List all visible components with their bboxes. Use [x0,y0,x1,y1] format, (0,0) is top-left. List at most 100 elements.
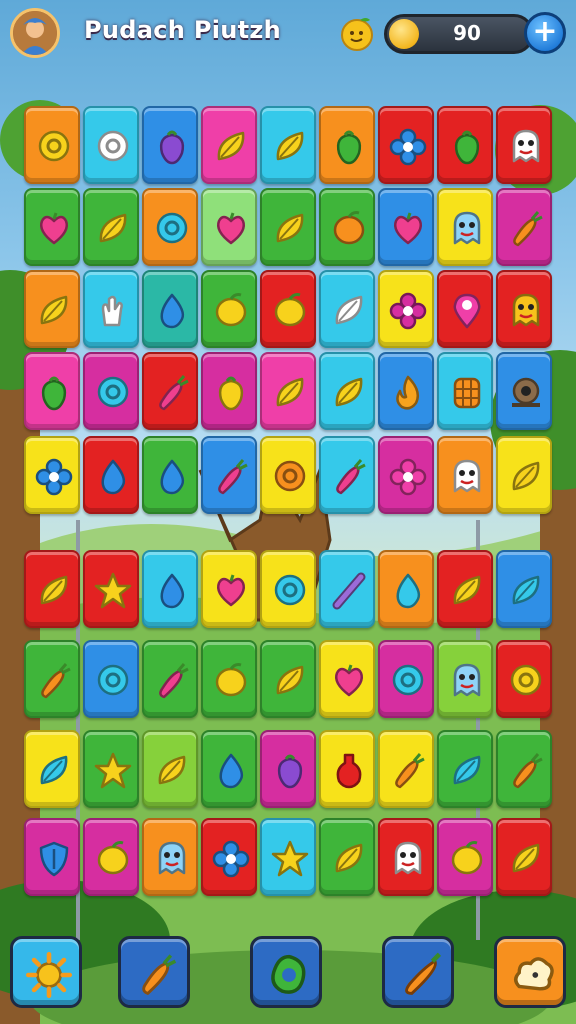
tile-r6-c7[interactable] [378,550,434,628]
tile-r4-c1[interactable] [24,352,80,430]
tile-r3-c6[interactable] [319,270,375,348]
tile-r4-c8[interactable] [437,352,493,430]
tile-r9-c9[interactable] [496,818,552,896]
tile-r3-c1[interactable] [24,270,80,348]
score-counter: 90 [384,14,534,54]
leaf-icon [335,377,363,407]
tile-r9-c1[interactable] [24,818,80,896]
tile-r4-c6[interactable] [319,352,375,430]
tile-r6-c8[interactable] [437,550,493,628]
tile-r3-c7[interactable] [378,270,434,348]
tile-r1-c9[interactable] [496,106,552,184]
waffle-icon [453,377,481,409]
tile-r3-c2[interactable] [83,270,139,348]
tile-r8-c5[interactable] [260,730,316,808]
tile-r9-c6[interactable] [319,818,375,896]
tile-r1-c5[interactable] [260,106,316,184]
tile-r5-c8[interactable] [437,436,493,514]
tile-r8-c9[interactable] [496,730,552,808]
tile-r6-c9[interactable] [496,550,552,628]
tile-r8-c8[interactable] [437,730,493,808]
tile-r2-c8[interactable] [437,188,493,266]
shuffle-booster-button[interactable] [250,936,322,1008]
tile-r8-c1[interactable] [24,730,80,808]
tile-r6-c5[interactable] [260,550,316,628]
tile-r8-c2[interactable] [83,730,139,808]
pepper-booster-button[interactable] [382,936,454,1008]
sun-booster-button[interactable] [10,936,82,1008]
tile-r1-c4[interactable] [201,106,257,184]
tile-r1-c6[interactable] [319,106,375,184]
tile-r4-c3[interactable] [142,352,198,430]
tile-r9-c3[interactable] [142,818,198,896]
add-coins-button[interactable]: + [524,12,566,54]
tile-r1-c2[interactable] [83,106,139,184]
tile-r3-c9[interactable] [496,270,552,348]
tile-r2-c2[interactable] [83,188,139,266]
tile-r2-c9[interactable] [496,188,552,266]
tile-r4-c2[interactable] [83,352,139,430]
tile-r2-c5[interactable] [260,188,316,266]
tile-r8-c6[interactable] [319,730,375,808]
score-value: 90 [453,21,481,45]
tile-r2-c3[interactable] [142,188,198,266]
chili-icon [405,952,442,995]
star-icon [94,752,132,789]
tile-r4-c7[interactable] [378,352,434,430]
tile-r9-c4[interactable] [201,818,257,896]
tile-r7-c5[interactable] [260,640,316,718]
tile-r7-c7[interactable] [378,640,434,718]
player-avatar[interactable] [10,8,60,58]
carrot-booster-button[interactable] [118,936,190,1008]
tile-r1-c8[interactable] [437,106,493,184]
tile-r5-c3[interactable] [142,436,198,514]
pepper-icon [41,376,67,411]
tile-r1-c3[interactable] [142,106,198,184]
tile-r7-c6[interactable] [319,640,375,718]
tile-r2-c7[interactable] [378,188,434,266]
bubble-icon [97,664,129,696]
tile-r5-c1[interactable] [24,436,80,514]
tile-r3-c3[interactable] [142,270,198,348]
carrot-icon [513,211,543,247]
tile-r9-c5[interactable] [260,818,316,896]
tile-r3-c5[interactable] [260,270,316,348]
tile-r8-c7[interactable] [378,730,434,808]
tile-r5-c4[interactable] [201,436,257,514]
tile-r1-c7[interactable] [378,106,434,184]
tile-r3-c8[interactable] [437,270,493,348]
tile-r7-c3[interactable] [142,640,198,718]
feather-icon [40,755,68,785]
tile-r3-c4[interactable] [201,270,257,348]
hint-booster-button[interactable] [494,936,566,1008]
tile-r7-c9[interactable] [496,640,552,718]
tile-r2-c1[interactable] [24,188,80,266]
tile-r5-c5[interactable] [260,436,316,514]
tile-r4-c4[interactable] [201,352,257,430]
tile-r6-c4[interactable] [201,550,257,628]
tile-r9-c2[interactable] [83,818,139,896]
tile-r9-c8[interactable] [437,818,493,896]
tile-r6-c6[interactable] [319,550,375,628]
tile-r6-c1[interactable] [24,550,80,628]
tile-r4-c9[interactable] [496,352,552,430]
radish-icon [336,459,366,495]
tile-r5-c7[interactable] [378,436,434,514]
tile-r7-c4[interactable] [201,640,257,718]
tile-r9-c7[interactable] [378,818,434,896]
tile-r2-c6[interactable] [319,188,375,266]
tile-r2-c4[interactable] [201,188,257,266]
tile-r4-c5[interactable] [260,352,316,430]
tile-r8-c3[interactable] [142,730,198,808]
leaf-icon [512,843,540,873]
tile-r7-c1[interactable] [24,640,80,718]
tile-r5-c9[interactable] [496,436,552,514]
tile-r6-c2[interactable] [83,550,139,628]
tile-r5-c2[interactable] [83,436,139,514]
tile-r7-c8[interactable] [437,640,493,718]
tile-r5-c6[interactable] [319,436,375,514]
tile-r8-c4[interactable] [201,730,257,808]
tile-r6-c3[interactable] [142,550,198,628]
tile-r1-c1[interactable] [24,106,80,184]
tile-r7-c2[interactable] [83,640,139,718]
